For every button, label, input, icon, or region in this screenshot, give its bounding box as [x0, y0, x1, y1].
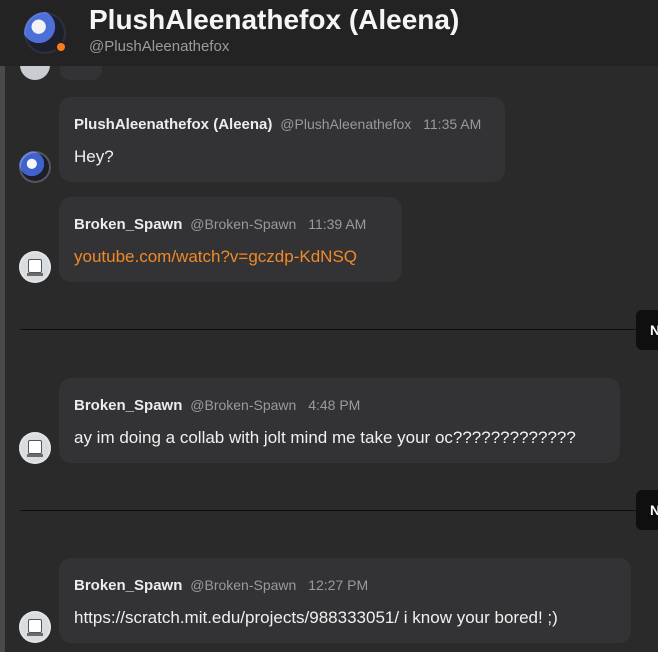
message-author[interactable]: Broken_Spawn: [74, 577, 182, 594]
message-author[interactable]: PlushAleenathefox (Aleena): [74, 116, 272, 133]
date-divider: [20, 329, 636, 330]
message-timestamp: 11:39 AM: [308, 216, 367, 232]
message-timestamp: 11:35 AM: [423, 116, 482, 132]
conversation-handle: @PlushAleenathefox: [89, 38, 230, 55]
message-author[interactable]: Broken_Spawn: [74, 216, 182, 233]
message-header: Broken_Spawn @Broken-Spawn 4:48 PM: [74, 396, 604, 415]
date-divider: [20, 510, 636, 511]
message-bubble: PlushAleenathefox (Aleena) @PlushAleenat…: [59, 97, 505, 182]
message-handle[interactable]: @PlushAleenathefox: [280, 116, 411, 132]
message-handle[interactable]: @Broken-Spawn: [190, 577, 296, 593]
message-text: Hey?: [74, 147, 114, 166]
message-bubble: Broken_Spawn @Broken-Spawn 4:48 PM ay im…: [59, 378, 620, 463]
new-messages-tag: N: [636, 310, 658, 350]
message-header: Broken_Spawn @Broken-Spawn 11:39 AM: [74, 215, 386, 234]
message-link[interactable]: youtube.com/watch?v=gczdp-KdNSQ: [74, 246, 386, 268]
avatar[interactable]: [19, 251, 51, 283]
message-timestamp: 12:27 PM: [308, 577, 369, 593]
left-panel-edge: [0, 66, 5, 652]
message-text: https://scratch.mit.edu/projects/9883330…: [74, 608, 558, 627]
message-author[interactable]: Broken_Spawn: [74, 397, 182, 414]
avatar[interactable]: [19, 611, 51, 643]
presence-status-dot: [55, 41, 67, 53]
profile-avatar[interactable]: [24, 12, 67, 54]
message-header: PlushAleenathefox (Aleena) @PlushAleenat…: [74, 115, 489, 134]
message-bubble: Broken_Spawn @Broken-Spawn 12:27 PM http…: [59, 558, 631, 643]
conversation-header: PlushAleenathefox (Aleena) @PlushAleenat…: [0, 0, 658, 66]
avatar[interactable]: [19, 151, 51, 183]
message-timestamp: 4:48 PM: [308, 397, 361, 413]
message-handle[interactable]: @Broken-Spawn: [190, 216, 296, 232]
message-bubble: Broken_Spawn @Broken-Spawn 11:39 AM yout…: [59, 197, 402, 282]
conversation-title: PlushAleenathefox (Aleena): [89, 4, 460, 35]
message-handle[interactable]: @Broken-Spawn: [190, 397, 296, 413]
new-messages-tag: N: [636, 490, 658, 530]
message-text: ay im doing a collab with jolt mind me t…: [74, 428, 576, 447]
avatar[interactable]: [19, 432, 51, 464]
message-header: Broken_Spawn @Broken-Spawn 12:27 PM: [74, 576, 615, 595]
